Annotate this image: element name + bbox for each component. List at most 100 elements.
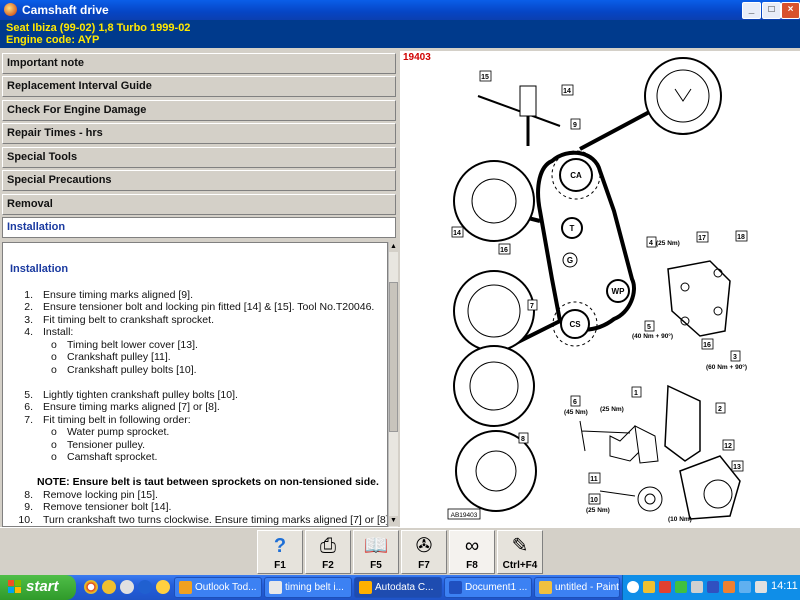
word-icon [449,581,462,594]
minimize-button[interactable]: _ [742,2,761,19]
callout-1: 1 [634,390,638,397]
tools-icon: ✇ [415,535,433,557]
nav-removal[interactable]: Removal [2,194,396,215]
notes-icon: ✎ [511,535,529,557]
callout-15: 16 [500,247,508,254]
desktop-quicklaunch-icon[interactable] [120,580,134,594]
app-icon [4,3,17,16]
callout-6: 6 [573,399,577,406]
outlook-tray-icon[interactable] [643,581,655,593]
task-paint[interactable]: untitled - Paint [534,577,620,598]
printer-icon: ⎙ [320,535,336,557]
content-scrollbar[interactable]: ▲ ▼ [388,242,398,527]
callout-13: 13 [733,464,741,471]
update-icon[interactable] [723,581,735,593]
torque-label: (25 Nm) [600,406,624,413]
back-icon[interactable] [627,581,639,593]
taskbar: start Outlook Tod... timing belt i... Au… [0,575,800,600]
scroll-thumb[interactable] [389,282,398,432]
media-quicklaunch-icon[interactable] [138,580,152,594]
nav-installation[interactable]: Installation [2,217,396,238]
task-timing-belt[interactable]: timing belt i... [264,577,352,598]
scroll-up-icon[interactable]: ▲ [389,242,398,252]
start-button[interactable]: start [0,575,76,600]
clock: 14:11 [771,580,798,592]
close-button[interactable]: × [781,2,800,19]
engine-code: Engine code: AYP [6,34,100,46]
task-document[interactable]: Document1 ... [444,577,532,598]
callout-3: 3 [733,354,737,361]
paint-icon [539,581,552,594]
timing-belt-icon: ∞ [464,535,480,557]
callout-7: 7 [530,303,534,310]
display-icon[interactable] [707,581,719,593]
scroll-down-icon[interactable]: ▼ [389,516,398,526]
nav-replacement-interval[interactable]: Replacement Interval Guide [2,76,396,97]
nav-special-precautions[interactable]: Special Precautions [2,170,396,191]
instructions-panel: Installation 1. Ensure timing marks align… [2,242,388,527]
browser-icon [269,581,282,594]
sprocket-g-label: G [567,256,573,265]
vehicle-header: Seat Ibiza (99-02) 1,8 Turbo 1999-02 Eng… [0,20,800,48]
callout-8: 8 [521,436,525,443]
windows-logo-icon [8,580,21,593]
window-title: Camshaft drive [22,3,109,17]
nav-special-tools[interactable]: Special Tools [2,147,396,168]
torque-label: (45 Nm) [564,409,588,416]
callout-10: 10 [590,497,598,504]
nav-check-engine-damage[interactable]: Check For Engine Damage [2,100,396,121]
sprocket-ca-label: CA [570,171,582,180]
task-autodata[interactable]: Autodata C... [354,577,442,598]
title-bar: Camshaft drive _ □ × [0,0,800,20]
outlook-icon [179,581,192,594]
volume-icon[interactable] [755,581,767,593]
outlook-quicklaunch-icon[interactable] [102,580,116,594]
sprocket-wp-label: WP [612,287,626,296]
torque-label: (10 Nm) [668,516,692,523]
antivirus-icon[interactable] [659,581,671,593]
callout-4: 4 [649,240,653,247]
callout-2: 2 [718,406,722,413]
chrome-quicklaunch-icon[interactable] [84,580,98,594]
f1-help-button[interactable]: ? F1 [257,530,303,574]
f2-print-button[interactable]: ⎙ F2 [305,530,351,574]
timing-belt-diagram: CA T G WP CS 15 14 9 14 16 7 4 17 18 5 1… [447,57,748,523]
f5-book-button[interactable]: 📖 F5 [353,530,399,574]
ctrl-f4-notes-button[interactable]: ✎ Ctrl+F4 [497,530,543,574]
nav-repair-times[interactable]: Repair Times - hrs [2,123,396,144]
explorer-quicklaunch-icon[interactable] [156,580,170,594]
callout-9: 9 [573,122,577,129]
diagram-footer-code: AB19403 [451,512,478,519]
f8-timing-belt-button[interactable]: ∞ F8 [449,530,495,574]
callout-15: 15 [481,74,489,81]
torque-label: (25 Nm) [656,240,680,247]
callout-5: 5 [647,324,651,331]
help-icon: ? [273,535,287,557]
task-outlook[interactable]: Outlook Tod... [174,577,262,598]
vehicle-title: Seat Ibiza (99-02) 1,8 Turbo 1999-02 [6,22,191,34]
sync-icon[interactable] [739,581,751,593]
function-toolbar: ? F1 ⎙ F2 📖 F5 ✇ F7 ∞ F8 ✎ Ctrl+F4 [0,527,800,576]
network-icon[interactable] [675,581,687,593]
system-tray: 14:11 [622,575,800,600]
f7-tools-button[interactable]: ✇ F7 [401,530,447,574]
torque-label: (60 Nm + 90°) [706,363,747,371]
callout-17: 16 [703,342,711,349]
callout-18: 18 [737,234,745,241]
autodata-icon [359,581,372,594]
callout-16: 17 [698,235,706,242]
torque-label: (25 Nm) [586,507,610,514]
content-heading: Installation [10,263,69,275]
book-icon: 📖 [363,535,389,557]
callout-14: 14 [563,88,571,95]
callout-11: 11 [590,476,598,483]
left-panel: Important note Replacement Interval Guid… [0,51,398,527]
nav-important-note[interactable]: Important note [2,53,396,74]
maximize-button[interactable]: □ [762,2,781,19]
sprocket-t-label: T [570,224,575,233]
torque-label: (40 Nm + 90°) [632,332,673,340]
belt-note: NOTE: Ensure belt is taut between sprock… [37,476,379,488]
sprocket-cs-label: CS [569,320,581,329]
callout-14: 14 [453,230,461,237]
printer-tray-icon[interactable] [691,581,703,593]
